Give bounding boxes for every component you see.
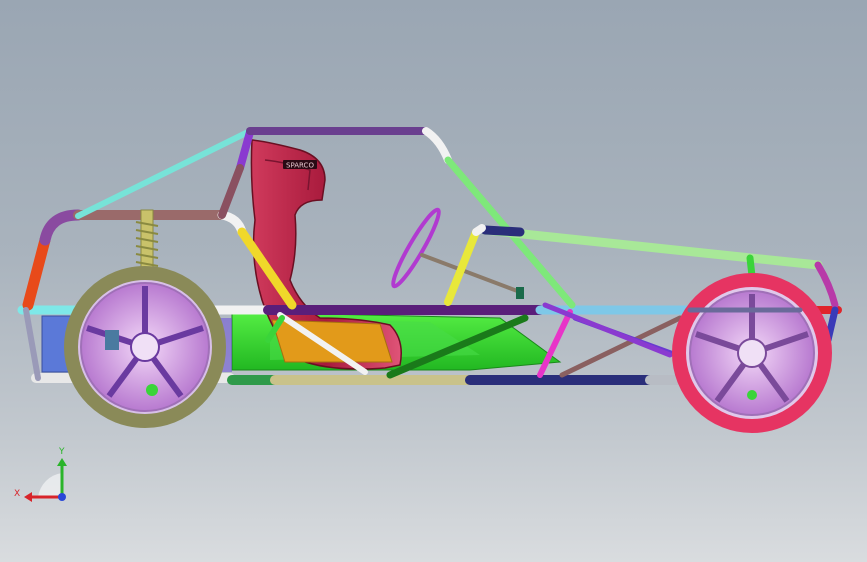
roof-rear-bend	[422, 127, 452, 164]
front-wheel	[64, 266, 226, 428]
triad-z-axis	[58, 493, 66, 501]
brace-brown-1	[559, 315, 683, 378]
seat-badge: SPARCO	[286, 162, 314, 170]
rear-upper-cap	[480, 225, 525, 237]
front-nose-hoop-purple	[39, 209, 84, 246]
rollbar-post-brown	[218, 164, 244, 219]
front-vertical-grey	[23, 307, 41, 381]
triad-z-base	[38, 473, 62, 497]
triad-y-label: Y	[58, 447, 65, 457]
rear-wheel	[672, 273, 832, 433]
cad-viewport[interactable]: SPARCO Y X	[0, 0, 867, 562]
brace-magenta-1	[537, 309, 573, 378]
rear-upright-magenta	[814, 261, 839, 309]
coordinate-triad: Y X	[14, 447, 67, 502]
buggy-frame-model[interactable]: SPARCO	[17, 127, 842, 433]
front-nose-hoop-orange	[22, 234, 51, 311]
triad-x-label: X	[14, 489, 20, 499]
